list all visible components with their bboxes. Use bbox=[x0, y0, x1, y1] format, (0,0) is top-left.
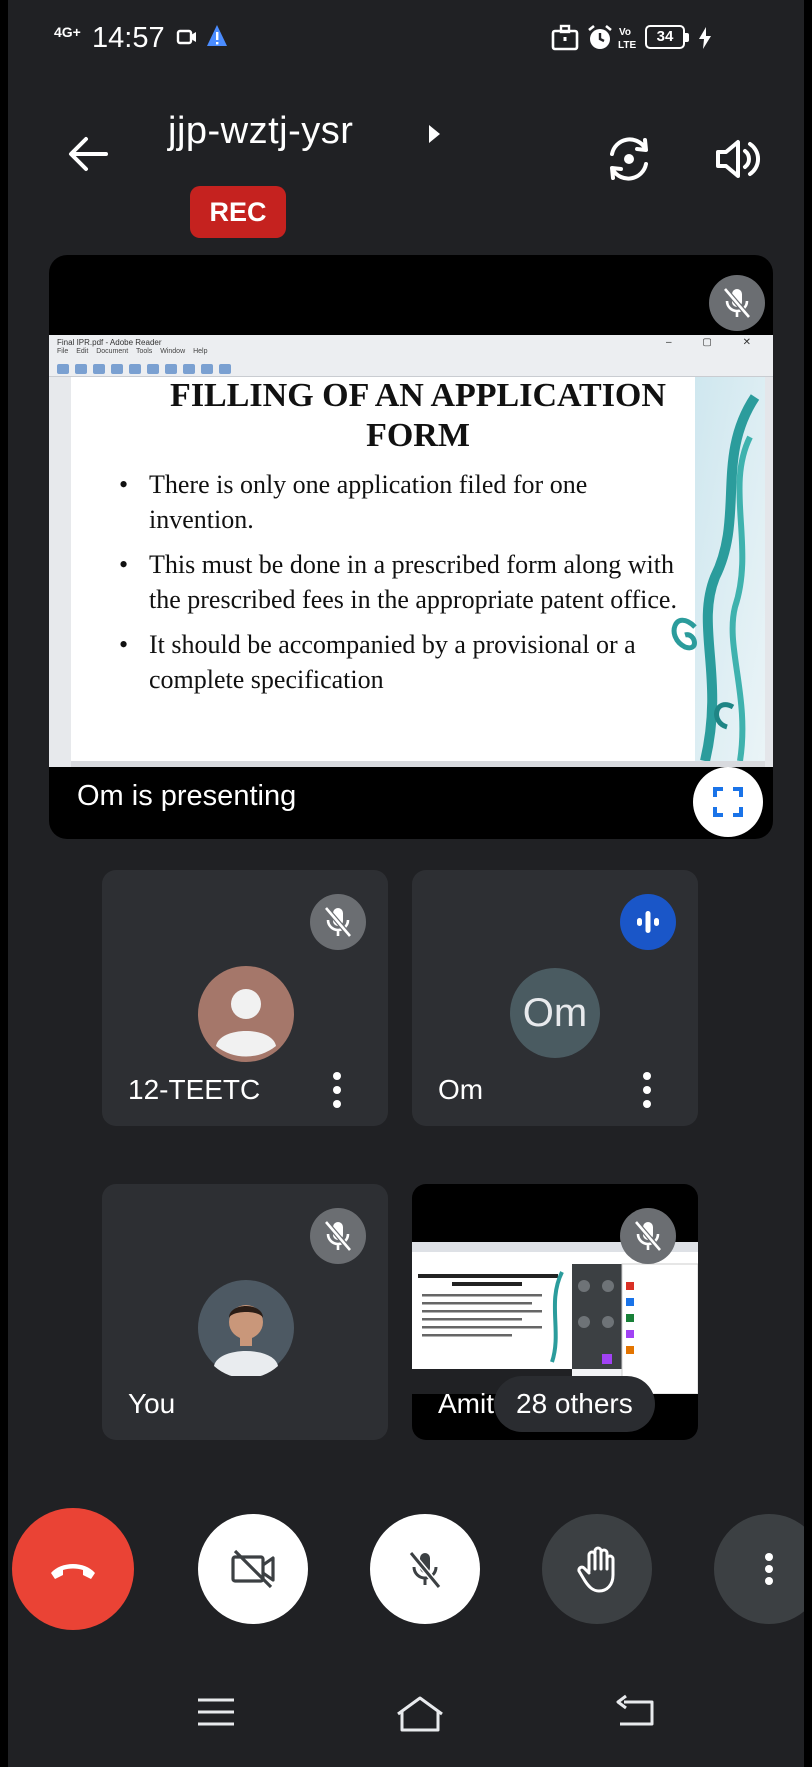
mic-off-icon bbox=[324, 1220, 352, 1252]
pdf-menu-bar: File Edit Document Tools Window Help bbox=[57, 348, 208, 355]
raise-hand-button[interactable] bbox=[542, 1514, 652, 1624]
battery-indicator: 34 bbox=[645, 25, 689, 49]
hangup-icon bbox=[51, 1564, 95, 1579]
presentation-tile[interactable]: Final IPR.pdf - Adobe Reader File Edit D… bbox=[49, 255, 773, 839]
charging-icon bbox=[699, 27, 711, 49]
speaking-indicator bbox=[620, 894, 676, 950]
participant-name: Om bbox=[438, 1074, 484, 1105]
mic-toggle-button[interactable] bbox=[370, 1514, 480, 1624]
end-call-button[interactable] bbox=[12, 1508, 134, 1630]
slide-decoration bbox=[671, 377, 765, 761]
avatar-photo bbox=[198, 1280, 294, 1376]
audio-level-icon bbox=[637, 911, 659, 933]
work-profile-icon bbox=[551, 24, 579, 51]
hand-icon bbox=[577, 1546, 615, 1593]
slide-bullet: It should be accompanied by a provisiona… bbox=[119, 627, 679, 697]
more-vertical-icon[interactable] bbox=[330, 1072, 344, 1112]
avatar-initials: Om bbox=[510, 968, 600, 1058]
muted-indicator bbox=[310, 894, 366, 950]
speaker-icon[interactable] bbox=[712, 134, 762, 184]
volte-icon: Vo LTE bbox=[618, 27, 636, 51]
participant-tile-om[interactable]: Om Om bbox=[412, 870, 698, 1126]
mic-off-icon bbox=[723, 287, 751, 319]
more-options-button[interactable] bbox=[714, 1514, 804, 1624]
participant-tile-amit[interactable]: Amit 28 others bbox=[412, 1184, 698, 1440]
muted-indicator bbox=[620, 1208, 676, 1264]
avatar-person-icon bbox=[198, 966, 294, 1062]
warning-icon bbox=[207, 25, 227, 46]
slide: FILLING OF AN APPLICATION FORM There is … bbox=[71, 377, 765, 761]
network-indicator: 4G+ bbox=[54, 24, 81, 40]
slide-bullet: This must be done in a prescribed form a… bbox=[119, 547, 679, 617]
pdf-window-title: Final IPR.pdf - Adobe Reader bbox=[57, 338, 162, 347]
participant-tile-you[interactable]: You bbox=[102, 1184, 388, 1440]
fullscreen-button[interactable] bbox=[693, 767, 763, 837]
participant-name: 12-TEETC bbox=[128, 1074, 261, 1105]
pdf-side-panel bbox=[49, 377, 71, 767]
shared-screen: Final IPR.pdf - Adobe Reader File Edit D… bbox=[49, 335, 773, 767]
pdf-scrollbar bbox=[765, 377, 773, 767]
slide-bullet: There is only one application filed for … bbox=[119, 467, 679, 537]
fullscreen-icon bbox=[713, 787, 743, 817]
muted-indicator bbox=[310, 1208, 366, 1264]
mic-off-icon bbox=[408, 1551, 442, 1589]
svg-text:LTE: LTE bbox=[618, 40, 636, 51]
screen-record-icon bbox=[176, 29, 196, 45]
pdf-reader-toolbar: Final IPR.pdf - Adobe Reader File Edit D… bbox=[49, 335, 773, 377]
recording-badge: REC bbox=[190, 186, 286, 238]
recent-apps-icon[interactable] bbox=[194, 1694, 238, 1730]
meet-app: 4G+ 14:57 Vo LTE 34 jjp-wztj-ysr REC Fin… bbox=[8, 0, 804, 1767]
meeting-code[interactable]: jjp-wztj-ysr bbox=[168, 110, 353, 153]
window-controls: – ▢ ✕ bbox=[666, 337, 765, 348]
participant-name: Amit bbox=[438, 1388, 494, 1419]
more-vertical-icon bbox=[765, 1553, 773, 1585]
participant-tile-12-teetc[interactable]: 12-TEETC bbox=[102, 870, 388, 1126]
caret-right-icon[interactable] bbox=[426, 123, 442, 145]
pdf-toolbar-buttons bbox=[57, 361, 367, 374]
mic-off-icon bbox=[324, 906, 352, 938]
pdf-status-bar bbox=[71, 761, 765, 767]
switch-camera-icon[interactable] bbox=[604, 134, 654, 184]
alarm-icon bbox=[588, 24, 612, 49]
mic-off-icon bbox=[634, 1220, 662, 1252]
back-arrow-icon[interactable] bbox=[66, 132, 110, 176]
back-nav-icon[interactable] bbox=[612, 1694, 660, 1730]
others-count-chip[interactable]: 28 others bbox=[494, 1376, 655, 1432]
slide-bullets: There is only one application filed for … bbox=[119, 467, 679, 707]
status-bar: 4G+ 14:57 Vo LTE 34 bbox=[8, 0, 804, 76]
camera-toggle-button[interactable] bbox=[198, 1514, 308, 1624]
home-icon[interactable] bbox=[392, 1694, 448, 1734]
camera-off-icon bbox=[231, 1549, 275, 1589]
svg-text:Vo: Vo bbox=[619, 27, 631, 38]
clock: 14:57 bbox=[92, 22, 165, 54]
shared-screen-thumbnail bbox=[412, 1242, 698, 1394]
participant-name: You bbox=[128, 1388, 176, 1419]
presenter-caption: Om is presenting bbox=[77, 780, 297, 812]
presenter-muted-indicator bbox=[709, 275, 765, 331]
more-vertical-icon[interactable] bbox=[640, 1072, 654, 1112]
